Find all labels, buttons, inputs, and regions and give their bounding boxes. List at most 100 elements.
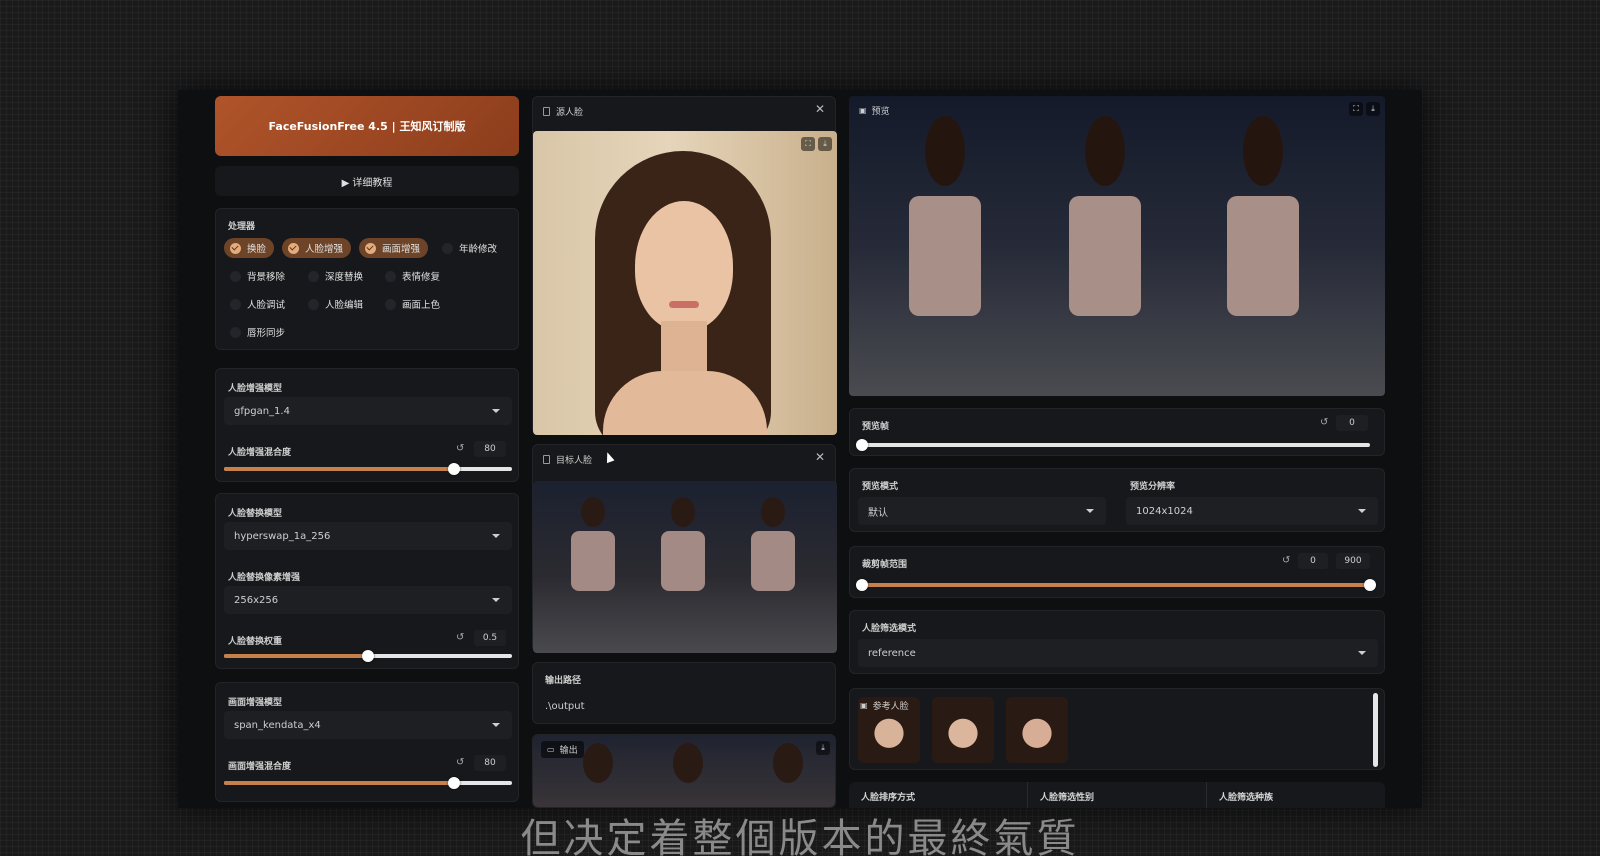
- processor-chip[interactable]: 人脸调试: [224, 294, 293, 314]
- slider-fill: [862, 583, 1370, 587]
- processor-chip[interactable]: 年龄修改: [436, 238, 505, 258]
- reset-icon[interactable]: ↺: [456, 443, 464, 454]
- video-subtitle: 但决定着整個版本的最終氣質: [520, 816, 1080, 856]
- source-face-header: 源人脸: [543, 105, 583, 118]
- processor-chip[interactable]: 画面增强: [359, 238, 429, 258]
- tab-face-gender[interactable]: 人脸筛选性别: [1028, 782, 1207, 808]
- checkbox-icon[interactable]: [308, 298, 319, 310]
- head-1: [925, 116, 965, 186]
- reference-faces-panel: ▣ 参考人脸: [849, 688, 1385, 770]
- reset-icon[interactable]: ↺: [456, 632, 464, 643]
- frame-enhancer-blend-input[interactable]: 80: [474, 755, 506, 771]
- trim-end-input[interactable]: 900: [1336, 553, 1370, 569]
- processor-chip[interactable]: 画面上色: [379, 294, 448, 314]
- reference-face-3[interactable]: [1006, 697, 1068, 763]
- frame-enhancer-model-dropdown[interactable]: span_kendata_x4: [224, 711, 512, 739]
- processor-chip[interactable]: 深度替换: [302, 266, 371, 286]
- fullscreen-icon[interactable]: ⛶: [801, 137, 815, 151]
- face-swapper-model-dropdown[interactable]: hyperswap_1a_256: [224, 522, 512, 550]
- face-swapper-model-label: 人脸替换模型: [228, 509, 283, 519]
- checkbox-icon[interactable]: [442, 242, 453, 254]
- face-enhancer-model-dropdown[interactable]: gfpgan_1.4: [224, 397, 512, 425]
- processor-chip[interactable]: 唇形同步: [224, 322, 293, 342]
- tutorial-button[interactable]: ▶ 详细教程: [215, 166, 519, 196]
- slider-thumb[interactable]: [448, 463, 461, 475]
- source-face-label: 源人脸: [556, 108, 584, 118]
- slider-thumb[interactable]: [362, 650, 374, 662]
- processor-chip[interactable]: 人脸编辑: [302, 294, 371, 314]
- checkbox-icon[interactable]: [365, 242, 376, 254]
- face-selector-dropdown[interactable]: reference: [858, 639, 1378, 667]
- processor-label: 画面上色: [402, 300, 441, 311]
- target-face-image[interactable]: [533, 481, 837, 653]
- checkbox-icon[interactable]: [230, 326, 241, 338]
- face-selector-value: reference: [868, 647, 916, 659]
- close-icon[interactable]: ✕: [815, 450, 825, 464]
- checkbox-icon[interactable]: [385, 270, 396, 282]
- preview-frame-input[interactable]: 0: [1336, 415, 1368, 431]
- processor-chip[interactable]: 人脸增强: [282, 238, 352, 258]
- tab-face-sort[interactable]: 人脸排序方式: [849, 782, 1028, 808]
- checkbox-icon[interactable]: [308, 270, 319, 282]
- checkbox-icon[interactable]: [230, 298, 241, 310]
- face-swapper-pixel-value: 256x256: [234, 594, 279, 606]
- face-enhancer-blend-input[interactable]: 80: [474, 441, 506, 457]
- checkbox-icon[interactable]: [385, 298, 396, 310]
- checkbox-icon[interactable]: [230, 270, 241, 282]
- processor-chip[interactable]: 换脸: [224, 238, 275, 258]
- reset-icon[interactable]: ↺: [1282, 555, 1290, 566]
- reset-icon[interactable]: ↺: [1320, 417, 1328, 428]
- slider-thumb[interactable]: [856, 439, 868, 451]
- preview-frame-slider[interactable]: [856, 439, 1370, 451]
- slider-fill: [224, 781, 455, 785]
- bottom-tabs: 人脸排序方式 人脸筛选性别 人脸筛选种族: [849, 782, 1385, 808]
- face-enhancer-model-label: 人脸增强模型: [228, 384, 283, 394]
- tab-face-race[interactable]: 人脸筛选种族: [1207, 782, 1385, 808]
- face-swapper-weight-slider[interactable]: [224, 650, 512, 662]
- head-2: [673, 743, 703, 783]
- source-face-image[interactable]: ⛶ ⤓: [533, 131, 837, 435]
- face-swapper-pixel-dropdown[interactable]: 256x256: [224, 586, 512, 614]
- app-title: FaceFusionFree 4.5 | 王知风订制版: [268, 120, 466, 133]
- processor-chip[interactable]: 背景移除: [224, 266, 293, 286]
- chevron-down-icon: [1086, 509, 1094, 513]
- face-enhancer-blend-label: 人脸增强混合度: [228, 448, 292, 458]
- slider-thumb-end[interactable]: [1364, 579, 1376, 591]
- reset-icon[interactable]: ↺: [456, 757, 464, 768]
- download-icon[interactable]: ⤓: [818, 137, 832, 151]
- trim-frame-slider[interactable]: [856, 579, 1376, 591]
- slider-fill: [224, 467, 455, 471]
- slider-thumb[interactable]: [448, 777, 461, 789]
- checkbox-icon[interactable]: [288, 242, 299, 254]
- preview-resolution-dropdown[interactable]: 1024x1024: [1126, 497, 1378, 525]
- reference-face-2[interactable]: [932, 697, 994, 763]
- trim-start-input[interactable]: 0: [1298, 553, 1328, 569]
- preview-label: 预览: [871, 107, 890, 117]
- close-icon[interactable]: ✕: [815, 102, 825, 116]
- video-icon: ▭: [547, 745, 555, 754]
- processor-chip[interactable]: 表情修复: [379, 266, 448, 286]
- fullscreen-icon[interactable]: ⛶: [1349, 102, 1363, 116]
- head-1: [583, 743, 613, 783]
- face-enhancer-blend-slider[interactable]: [224, 463, 512, 475]
- processor-label: 人脸编辑: [325, 300, 364, 311]
- slider-thumb-start[interactable]: [856, 579, 868, 591]
- processor-label: 年龄修改: [459, 244, 498, 255]
- target-face-panel: 目标人脸 ✕: [532, 444, 837, 653]
- frame-enhancer-blend-slider[interactable]: [224, 777, 512, 789]
- checkbox-icon[interactable]: [230, 242, 241, 254]
- scrollbar[interactable]: [1373, 693, 1378, 767]
- face-swapper-weight-input[interactable]: 0.5: [474, 630, 506, 646]
- face-swapper-panel: 人脸替换模型 hyperswap_1a_256 人脸替换像素增强 256x256…: [215, 493, 519, 669]
- face-enhancer-model-value: gfpgan_1.4: [234, 405, 290, 417]
- download-icon[interactable]: ⤓: [1366, 102, 1380, 116]
- download-icon[interactable]: ⤓: [816, 741, 830, 755]
- chevron-down-icon: [1358, 509, 1366, 513]
- preview-image[interactable]: ▣ 预览 ⛶ ⤓: [849, 96, 1385, 396]
- output-panel: ▭ 输出 ⤓: [532, 734, 836, 808]
- reference-faces-label: 参考人脸: [872, 702, 909, 712]
- preview-mode-dropdown[interactable]: 默认: [858, 497, 1106, 525]
- preview-frame-panel: 预览帧 ↺ 0: [849, 408, 1385, 456]
- figure-3: [751, 531, 795, 591]
- output-path-input[interactable]: .\output: [545, 701, 585, 712]
